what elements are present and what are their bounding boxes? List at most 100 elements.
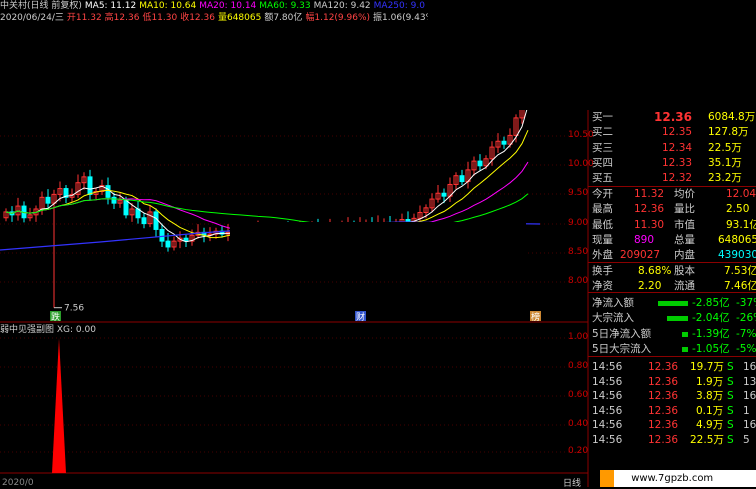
tick-time: 14:56 <box>592 404 623 417</box>
tick-volume: 0.1万 <box>696 404 724 417</box>
candle-body <box>141 217 147 225</box>
candle-body <box>477 160 483 167</box>
indicator-label: 弱中见强副图 XG: 0.00 <box>0 325 96 335</box>
indicator-tick: 0.20 <box>568 446 589 456</box>
bid-price: 12.36 <box>654 110 692 124</box>
divider <box>588 292 756 293</box>
flow-value: -2.04亿 <box>692 312 730 325</box>
tick-row: 14:56 12.36 19.7万 S 16 <box>590 360 756 375</box>
tick-price: 12.36 <box>648 361 679 373</box>
flow-label: 大宗流入 <box>592 312 634 325</box>
indicator-spike <box>52 338 66 473</box>
stat-row: 外盘 209027 内盘 439030 <box>590 248 756 263</box>
stat-row: 最高 12.36 量比 2.50 <box>590 202 756 217</box>
flow-percent: -7% <box>736 327 756 340</box>
tick-side: S <box>727 419 734 431</box>
bid-volume: 22.5万 <box>708 141 742 154</box>
tick-time: 14:56 <box>592 419 623 431</box>
bid-row: 买五 12.32 23.2万 <box>590 171 756 186</box>
flow-value: -2.85亿 <box>692 297 730 309</box>
tick-row: 14:56 12.36 0.1万 S 1 <box>590 404 756 419</box>
candle-body <box>123 199 129 216</box>
bid-row: 买三 12.34 22.5万 <box>590 141 756 156</box>
tick-volume: 22.5万 <box>690 433 724 446</box>
stat-value: 2.50 <box>726 203 750 216</box>
stat-row: 今开 11.32 均价 12.04 <box>590 187 756 202</box>
legend-item: MA120: 9.42 <box>313 1 371 11</box>
bid-price: 12.34 <box>662 141 693 154</box>
stat-value: 93.1亿 <box>726 218 756 231</box>
flow-percent: -37% <box>736 297 756 309</box>
legend-item: 幅1.12(9.96%) <box>305 13 371 23</box>
indicator-tick: 1.00 <box>568 332 589 342</box>
bid-label: 买三 <box>592 141 613 154</box>
candle-body <box>441 192 447 197</box>
price-tick: 9.50 <box>568 188 589 198</box>
stat-value: 7.53亿 <box>724 265 756 277</box>
legend-item: 低11.30 <box>142 13 178 23</box>
stat-label: 市值 <box>674 218 695 231</box>
tick-volume: 3.8万 <box>696 390 724 402</box>
tick-time: 14:56 <box>592 361 623 373</box>
flow-percent: -5% <box>736 342 756 355</box>
stat-label: 均价 <box>674 188 695 200</box>
indicator-tick: 0.60 <box>568 390 589 400</box>
period-label[interactable]: 日线 <box>563 476 581 489</box>
flow-row: 净流入额 -2.85亿 -37% <box>590 296 756 311</box>
stat-row: 最低 11.30 市值 93.1亿 <box>590 218 756 233</box>
bid-row: 买二 12.35 127.8万 <box>590 125 756 140</box>
stat-value: 648065 <box>718 233 756 246</box>
stat-label: 外盘 <box>592 249 613 262</box>
bid-price: 12.35 <box>662 126 693 139</box>
stat-label: 今开 <box>592 188 613 200</box>
price-tick: 8.00 <box>568 276 589 286</box>
blank-overlay-2 <box>230 222 526 262</box>
indicator-tick: 0.40 <box>568 419 589 429</box>
stat-label: 股本 <box>674 265 695 277</box>
candle-body <box>153 211 159 230</box>
stat-value: 8.68% <box>638 265 672 277</box>
divider <box>588 186 756 187</box>
flow-label: 5日大宗流入 <box>592 342 652 355</box>
candle-body <box>501 140 507 145</box>
stat-value: 11.32 <box>634 188 665 200</box>
stat-label: 内盘 <box>674 249 695 262</box>
stat-label: 现量 <box>592 233 613 246</box>
tick-time: 14:56 <box>592 433 623 446</box>
stat-label: 最低 <box>592 218 613 231</box>
bid-row: 买一 12.36 6084.8万 <box>590 110 756 125</box>
tick-row: 14:56 12.36 3.8万 S 16 <box>590 389 756 404</box>
tick-count: 16 <box>743 419 756 431</box>
stat-value: 11.30 <box>634 218 665 231</box>
legend-item: MA250: 9.0 <box>373 1 425 11</box>
tick-side: S <box>727 404 734 417</box>
tick-row: 14:56 12.36 1.9万 S 13 <box>590 375 756 390</box>
ma-legend: 中关村(日线 前复权) MA5: 11.12 MA10: 10.64 MA20: 10… <box>0 0 430 12</box>
legend-item: MA10: 10.64 <box>139 1 197 11</box>
tick-side: S <box>727 390 734 402</box>
price-tick: 9.00 <box>568 218 589 228</box>
legend-item: 量648065 <box>217 13 262 23</box>
candle-body <box>45 196 51 204</box>
stat-label: 换手 <box>592 265 613 277</box>
flow-bar <box>658 301 688 306</box>
tick-volume: 1.9万 <box>696 375 724 388</box>
flow-bar <box>667 316 688 322</box>
tick-volume: 19.7万 <box>690 361 724 373</box>
legend-item: 额7.80亿 <box>264 13 303 23</box>
tick-row: 14:56 12.36 22.5万 S 5 <box>590 433 756 448</box>
indicator-tick: 0.80 <box>568 361 589 371</box>
tick-count: 1 <box>743 404 750 417</box>
flow-label: 5日净流入额 <box>592 327 652 340</box>
stat-value: 439030 <box>718 249 756 262</box>
stat-value: 209027 <box>620 249 661 262</box>
event-marker-label: 财 <box>356 311 365 323</box>
flow-row: 5日大宗流入 -1.05亿 -5% <box>590 342 756 357</box>
candle-body <box>459 175 465 183</box>
chart-header: 中关村(日线 前复权) MA5: 11.12 MA10: 10.64 MA20: 10… <box>0 0 430 26</box>
legend-item: 振1.06(9.43%) <box>373 13 430 23</box>
legend-item: MA20: 10.14 <box>199 1 257 11</box>
tick-count: 16 <box>743 361 756 373</box>
ohlc-legend: 2020/06/24/三 开11.32 高12.36 低11.30 收12.36 量648… <box>0 12 430 24</box>
tick-price: 12.36 <box>648 375 679 388</box>
